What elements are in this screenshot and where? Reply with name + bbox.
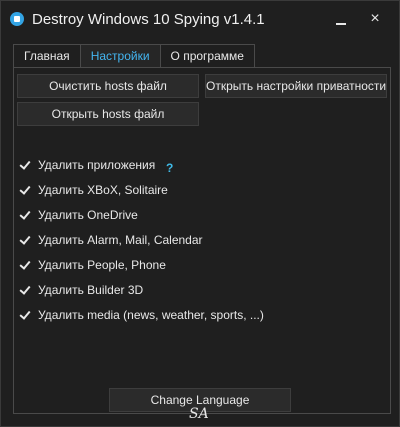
option-label: Удалить Alarm, Mail, Calendar (38, 233, 203, 247)
help-link[interactable]: ? (166, 161, 173, 175)
minimize-button[interactable] (331, 9, 351, 29)
author-signature: SA (189, 406, 209, 422)
option-remove-onedrive[interactable]: Удалить OneDrive (19, 207, 138, 223)
option-label: Удалить приложения (38, 158, 156, 172)
windows-logo-icon (10, 12, 24, 26)
close-button[interactable]: × (365, 9, 385, 29)
checkbox-checked-icon[interactable] (19, 159, 31, 171)
open-hosts-button[interactable]: Открыть hosts файл (17, 102, 199, 126)
checkbox-checked-icon[interactable] (19, 259, 31, 271)
main-window: Destroy Windows 10 Spying v1.4.1 × Главн… (0, 0, 400, 427)
tab-bar: Главная Настройки О программе (13, 44, 255, 68)
window-title: Destroy Windows 10 Spying v1.4.1 (32, 11, 265, 28)
checkbox-checked-icon[interactable] (19, 234, 31, 246)
option-label: Удалить media (news, weather, sports, ..… (38, 308, 264, 322)
title-bar[interactable]: Destroy Windows 10 Spying v1.4.1 × (1, 1, 399, 37)
checkbox-checked-icon[interactable] (19, 184, 31, 196)
tab-about[interactable]: О программе (159, 44, 255, 68)
clear-hosts-button[interactable]: Очистить hosts файл (17, 74, 199, 98)
open-privacy-settings-button[interactable]: Открыть настройки приватности (205, 74, 387, 98)
checkbox-checked-icon[interactable] (19, 309, 31, 321)
option-label: Удалить XBoX, Solitaire (38, 183, 168, 197)
option-remove-apps[interactable]: Удалить приложения (19, 157, 155, 173)
option-remove-media[interactable]: Удалить media (news, weather, sports, ..… (19, 307, 264, 323)
option-remove-people-phone[interactable]: Удалить People, Phone (19, 257, 166, 273)
option-remove-alarm-mail-calendar[interactable]: Удалить Alarm, Mail, Calendar (19, 232, 203, 248)
tab-main[interactable]: Главная (13, 44, 81, 68)
option-label: Удалить OneDrive (38, 208, 138, 222)
settings-panel: Очистить hosts файл Открыть настройки пр… (13, 67, 391, 414)
option-label: Удалить People, Phone (38, 258, 166, 272)
checkbox-checked-icon[interactable] (19, 209, 31, 221)
tab-settings[interactable]: Настройки (79, 44, 161, 68)
option-remove-xbox[interactable]: Удалить XBoX, Solitaire (19, 182, 168, 198)
checkbox-checked-icon[interactable] (19, 284, 31, 296)
option-label: Удалить Builder 3D (38, 283, 144, 297)
option-remove-builder-3d[interactable]: Удалить Builder 3D (19, 282, 143, 298)
